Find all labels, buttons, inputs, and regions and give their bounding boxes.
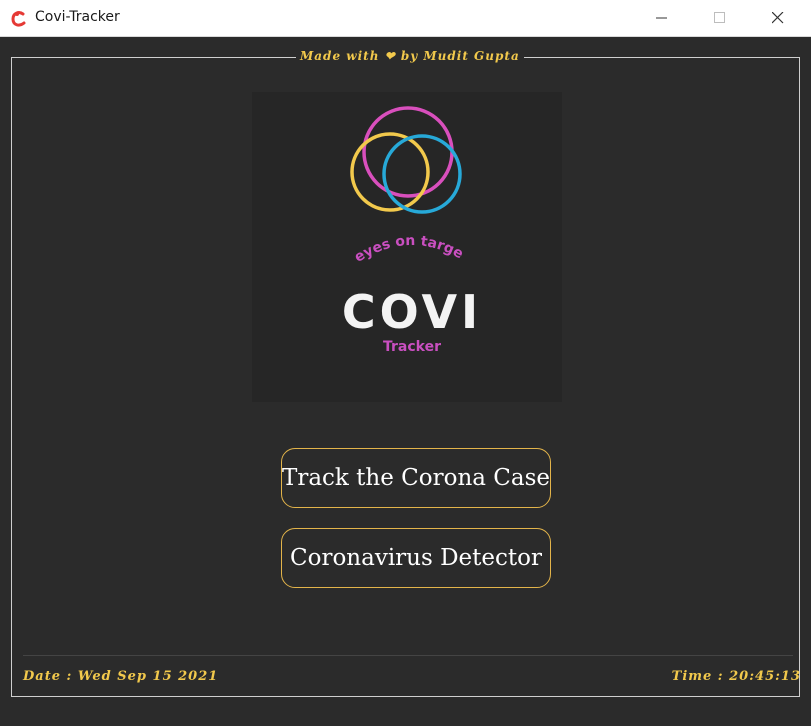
minimize-icon <box>656 17 667 19</box>
minimize-button[interactable] <box>639 0 685 36</box>
maximize-button[interactable] <box>697 0 743 36</box>
coronavirus-detector-button[interactable]: Coronavirus Detector <box>281 528 551 588</box>
logo-subtitle: Tracker <box>383 339 441 355</box>
app-logo-icon <box>11 11 26 27</box>
rings-logo-icon <box>350 106 462 214</box>
maximize-icon <box>714 12 725 23</box>
window-title: Covi-Tracker <box>35 9 120 25</box>
svg-text:eyes on target: eyes on target <box>354 226 466 266</box>
time-label: Time : 20:45:13 <box>671 669 801 684</box>
tagline-arc: eyes on target <box>354 226 466 266</box>
date-label: Date : Wed Sep 15 2021 <box>23 669 219 684</box>
title-bar: Covi-Tracker <box>0 0 811 37</box>
close-button[interactable] <box>755 0 801 36</box>
track-corona-case-button[interactable]: Track the Corona Case <box>281 448 551 508</box>
logo-title: COVI <box>341 285 483 339</box>
main-content: Made with ❤ by Mudit Gupta eyes on targe… <box>0 37 811 726</box>
covi-logo: eyes on target COVI Tracker <box>252 92 562 402</box>
footer-divider <box>23 655 793 656</box>
close-icon <box>772 12 784 24</box>
credit-label: Made with ❤ by Mudit Gupta <box>296 49 524 63</box>
tagline-text: eyes on target <box>354 226 466 266</box>
